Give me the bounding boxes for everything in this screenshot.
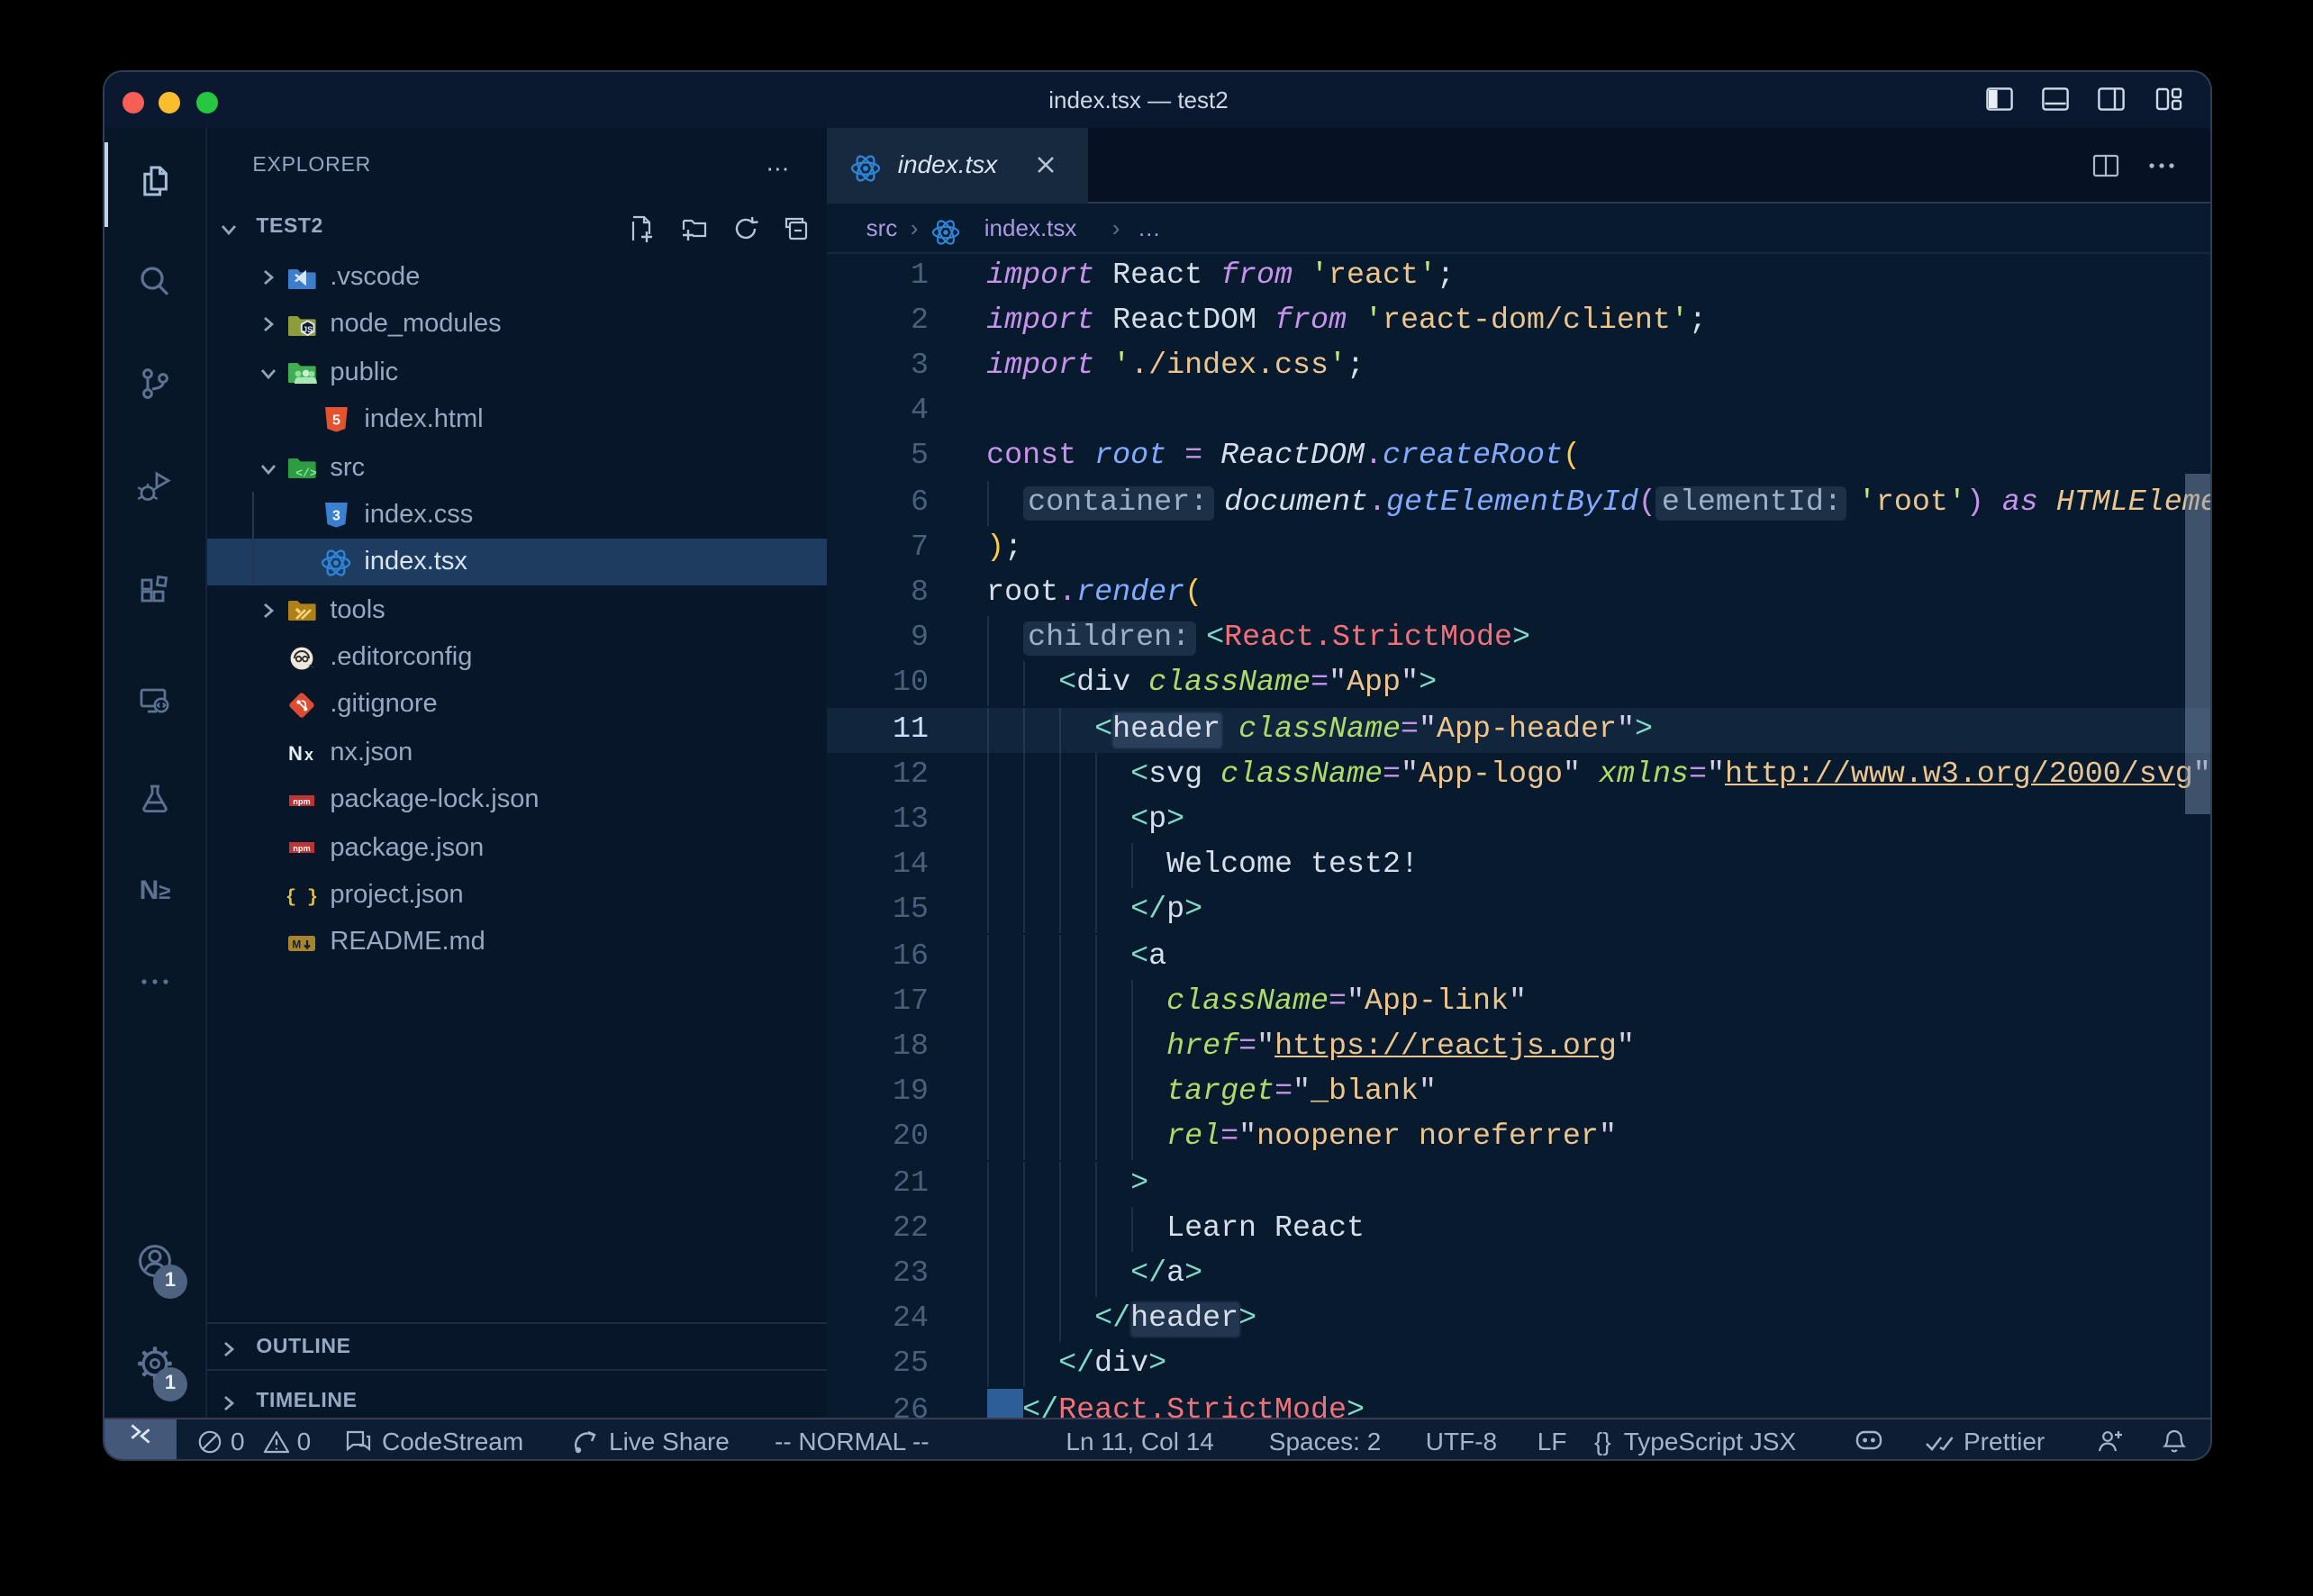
svg-text:3: 3 [332, 509, 340, 524]
svg-text:npm: npm [294, 844, 311, 853]
svg-text:</>: </> [296, 467, 318, 481]
svg-text:x: x [304, 747, 313, 765]
svg-text:N: N [288, 743, 303, 766]
svg-text:M: M [293, 938, 302, 950]
svg-text:5: 5 [332, 414, 340, 430]
svg-text:{ }: { } [286, 888, 317, 909]
svg-text:JS: JS [303, 325, 313, 334]
svg-text:npm: npm [294, 797, 311, 806]
